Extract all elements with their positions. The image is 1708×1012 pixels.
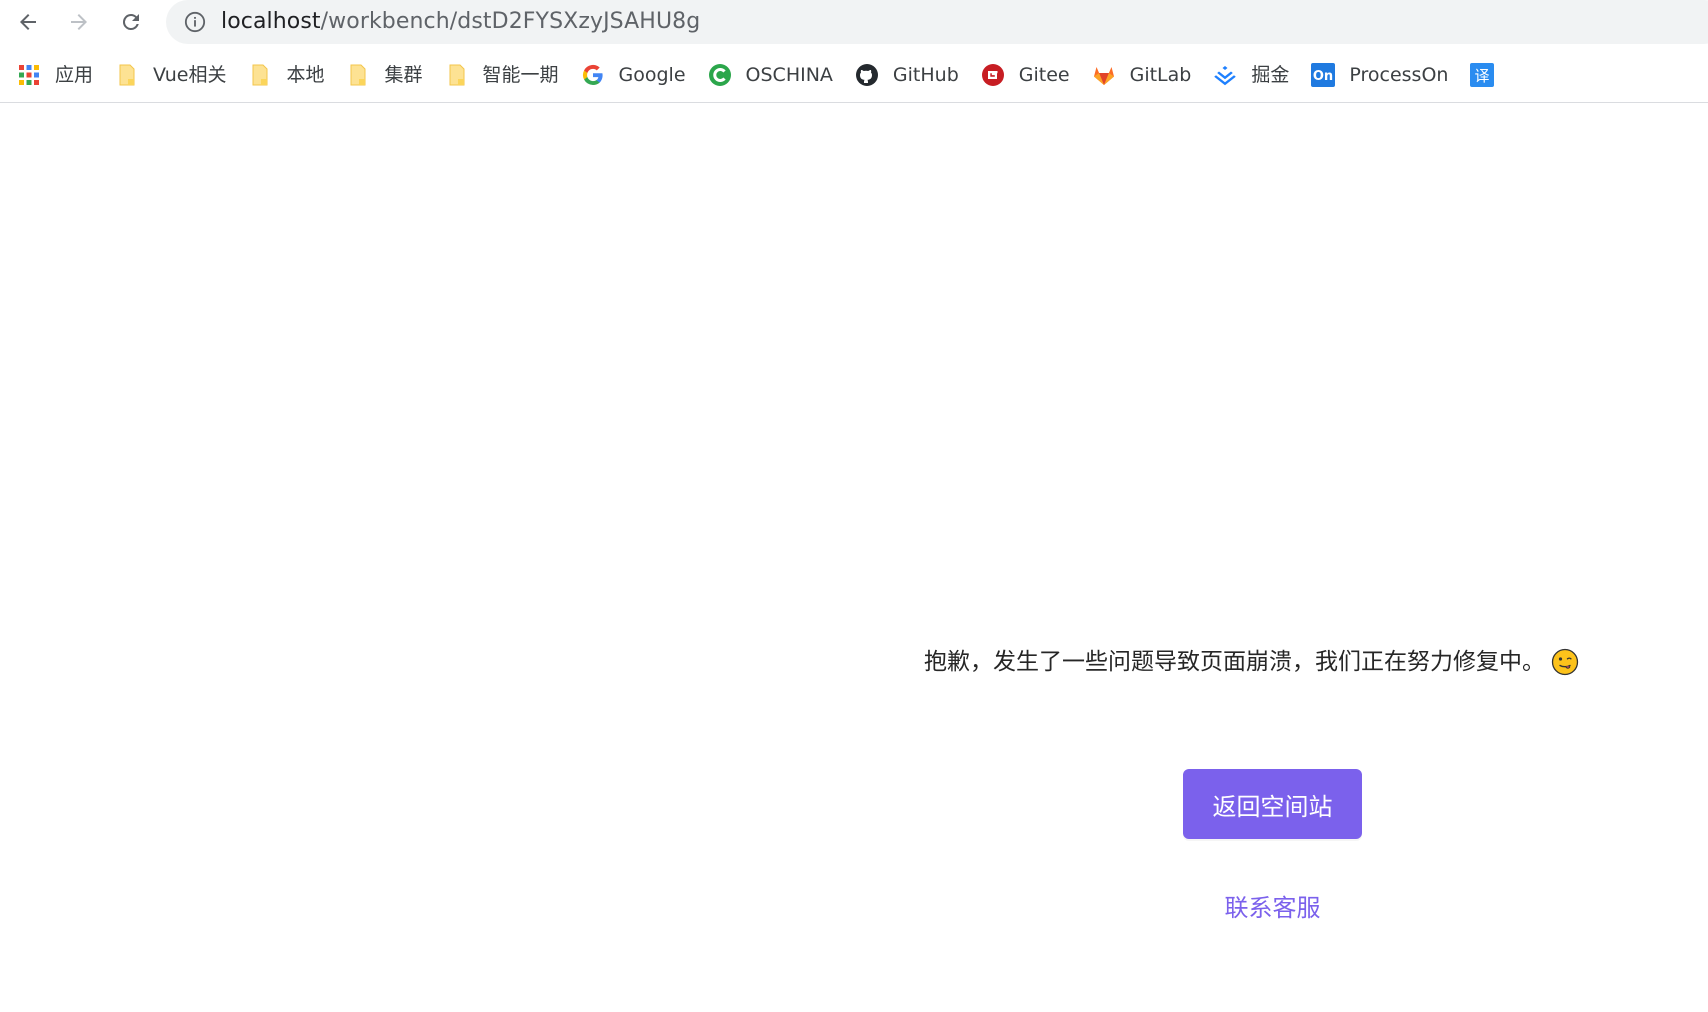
- return-to-space-station-button[interactable]: 返回空间站: [1183, 769, 1362, 839]
- error-message-text: 抱歉，发生了一些问题导致页面崩溃，我们正在努力修复中。: [924, 649, 1545, 675]
- reload-icon: [122, 13, 139, 30]
- address-bar[interactable]: localhost/workbench/dstD2FYSXzyJSAHU8g: [166, 0, 1708, 44]
- google-icon: [581, 63, 605, 87]
- bookmark-processon[interactable]: On ProcessOn: [1311, 57, 1454, 93]
- arrow-right-icon: [71, 14, 87, 30]
- bookmark-translate[interactable]: 译: [1470, 57, 1514, 93]
- bookmark-label: 应用: [55, 64, 94, 86]
- folder-icon: [115, 63, 139, 87]
- bookmark-label: 掘金: [1251, 64, 1290, 86]
- translate-icon-text: 译: [1475, 67, 1490, 85]
- back-button[interactable]: [10, 4, 46, 40]
- bookmark-label: OSCHINA: [745, 64, 833, 86]
- bookmark-apps[interactable]: 应用: [17, 57, 99, 93]
- processon-icon: On: [1311, 63, 1336, 87]
- bookmark-oschina[interactable]: OSCHINA: [708, 57, 839, 93]
- folder-icon: [346, 63, 370, 87]
- bookmark-label: GitLab: [1129, 64, 1192, 86]
- arrow-left-icon: [20, 14, 36, 30]
- processon-icon-text: On: [1313, 69, 1333, 84]
- contact-support-link[interactable]: 联系客服: [1183, 889, 1362, 927]
- bookmark-label: 集群: [384, 64, 423, 86]
- url-text[interactable]: localhost/workbench/dstD2FYSXzyJSAHU8g: [221, 9, 700, 35]
- bookmark-label: 本地: [286, 64, 325, 86]
- bookmark-folder-vue[interactable]: Vue相关: [115, 57, 232, 93]
- bookmark-github[interactable]: GitHub: [855, 57, 965, 93]
- apps-grid-icon: [17, 63, 41, 87]
- bookmark-label: ProcessOn: [1349, 64, 1449, 86]
- folder-icon: [248, 63, 272, 87]
- translate-icon: 译: [1470, 63, 1495, 87]
- bookmark-label: Vue相关: [153, 64, 227, 86]
- bookmark-folder-phase-one[interactable]: 智能一期: [445, 57, 565, 93]
- gitlab-icon: [1092, 63, 1116, 87]
- bookmark-label: 智能一期: [482, 64, 559, 86]
- bookmark-gitee[interactable]: Gitee: [981, 57, 1076, 93]
- reload-button[interactable]: [113, 4, 149, 40]
- browser-toolbar: localhost/workbench/dstD2FYSXzyJSAHU8g: [0, 0, 1708, 44]
- bookmark-juejin[interactable]: 掘金: [1213, 57, 1295, 93]
- bookmark-gitlab[interactable]: GitLab: [1092, 57, 1198, 93]
- url-path: /workbench/dstD2FYSXzyJSAHU8g: [320, 9, 701, 34]
- github-icon: [855, 63, 879, 87]
- bookmark-folder-cluster[interactable]: 集群: [346, 57, 428, 93]
- juejin-icon: [1213, 63, 1237, 87]
- forward-button[interactable]: [61, 4, 97, 40]
- bookmark-label: GitHub: [892, 64, 959, 86]
- folder-icon: [445, 63, 469, 87]
- tongue-out-emoji-icon: [1551, 648, 1579, 676]
- bookmarks-bar: 应用 Vue相关 本地 集群 智能一期 Google OSCHINA GitHu…: [0, 52, 1708, 98]
- page-content: 抱歉，发生了一些问题导致页面崩溃，我们正在努力修复中。 返回空间站 联系客服: [0, 103, 1708, 1012]
- bookmark-google[interactable]: Google: [581, 57, 692, 93]
- url-host: localhost: [221, 9, 321, 34]
- error-message: 抱歉，发生了一些问题导致页面崩溃，我们正在努力修复中。: [924, 647, 1579, 677]
- info-icon[interactable]: [184, 11, 206, 33]
- bookmark-label: Gitee: [1018, 64, 1070, 86]
- bookmark-folder-local[interactable]: 本地: [248, 57, 330, 93]
- gitee-icon: [981, 63, 1005, 87]
- bookmark-label: Google: [618, 64, 686, 86]
- oschina-icon: [708, 63, 732, 87]
